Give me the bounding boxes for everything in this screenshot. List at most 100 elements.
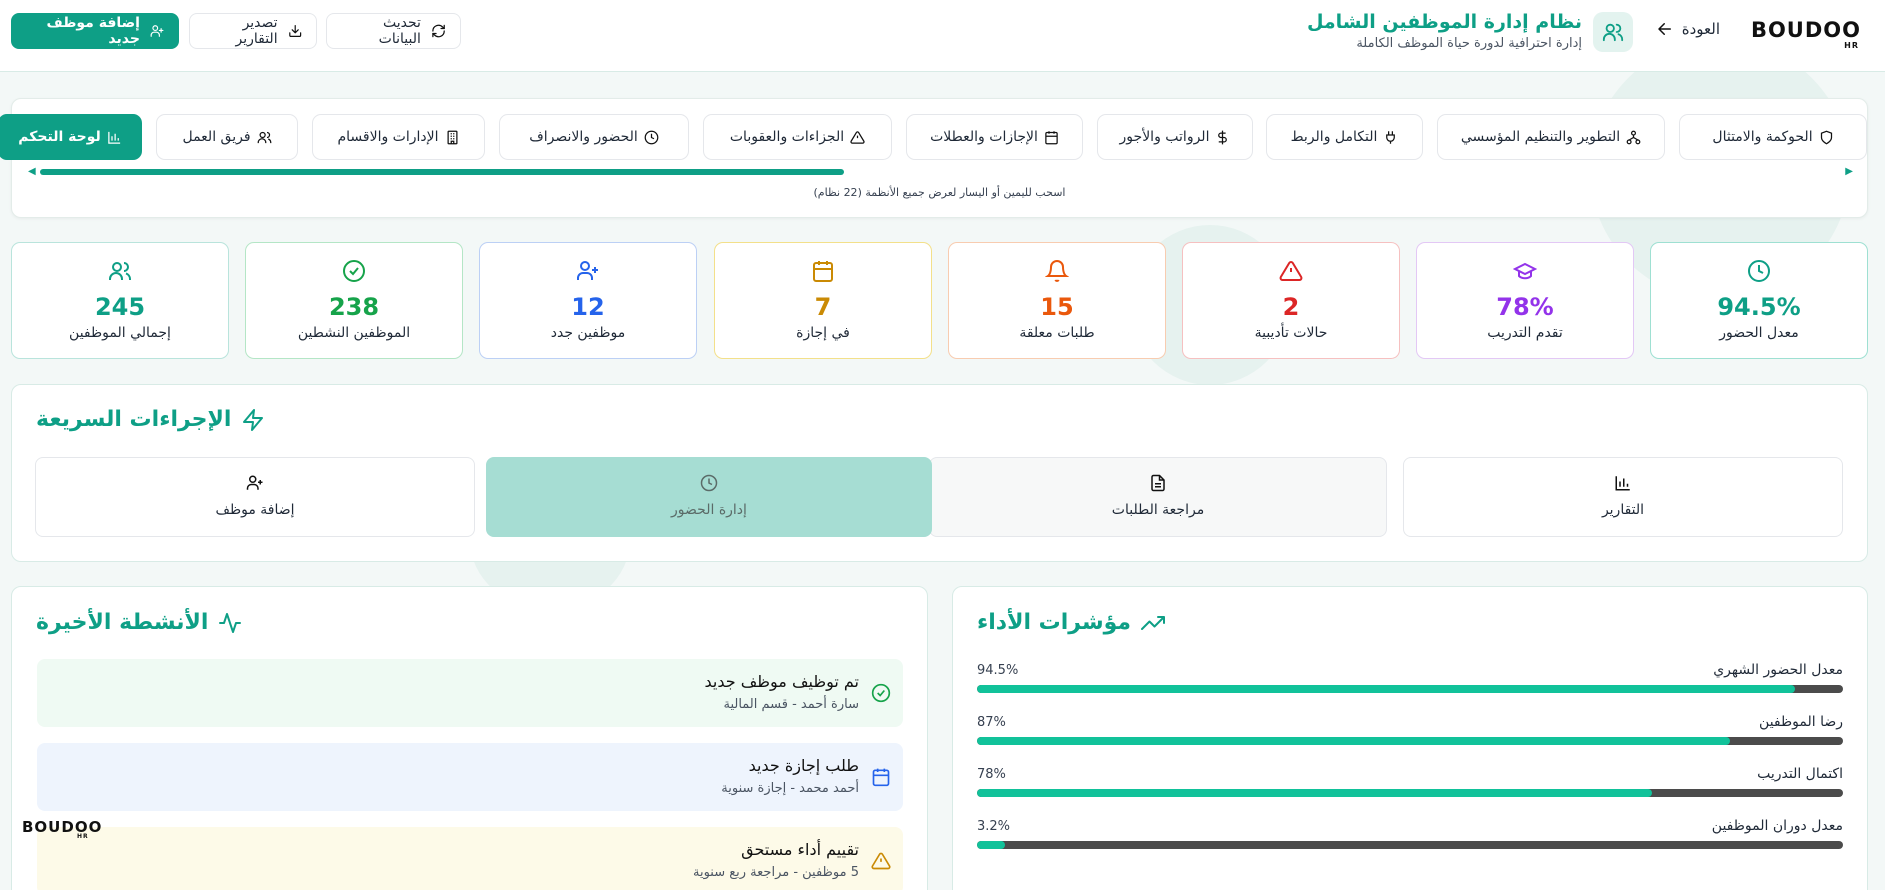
kpi-row: اكتمال التدريب 78%	[977, 766, 1843, 806]
clock-icon	[1748, 260, 1770, 282]
tab-integration[interactable]: التكامل والربط	[1266, 114, 1423, 160]
scroll-right-icon[interactable]: ▶	[1845, 166, 1853, 177]
progress-fill	[977, 789, 1653, 797]
quick-actions-panel: الإجراءات السريعة التقارير مراجعة الطلبا…	[11, 384, 1868, 562]
calendar-icon	[1045, 130, 1058, 144]
stat-card-disciplinary: 2 حالات تأديبية	[1182, 242, 1400, 359]
stat-label: الموظفين النشطين	[297, 325, 411, 341]
stat-value: 2	[1282, 293, 1300, 321]
page-title-block: نظام إدارة الموظفين الشامل إدارة احترافي…	[1307, 9, 1582, 53]
tabs-scrollbar[interactable]: ◀ ▶	[28, 166, 1853, 177]
stat-label: في إجازة	[796, 325, 850, 341]
back-label: العودة	[1681, 20, 1720, 38]
stat-value: 245	[94, 293, 146, 321]
progress-bar	[977, 685, 1843, 693]
dollar-icon	[1218, 130, 1228, 144]
manage-attendance-action[interactable]: إدارة الحضور	[486, 457, 932, 537]
scroll-left-icon[interactable]: ◀	[28, 166, 36, 177]
add-employee-button[interactable]: إضافة موظف جديد	[11, 13, 179, 49]
progress-bar	[977, 737, 1843, 745]
kpi-row: معدل الحضور الشهري 94.5%	[977, 662, 1843, 702]
refresh-label: تحديث البيانات	[378, 15, 421, 47]
tab-governance[interactable]: الحوكمة والامتثال	[1679, 114, 1867, 160]
check-circle-icon	[343, 260, 365, 282]
warning-icon	[1279, 260, 1303, 281]
tab-dashboard[interactable]: لوحة التحكم	[0, 114, 142, 160]
warning-icon	[850, 130, 865, 144]
kpi-row: معدل دوران الموظفين 3.2%	[977, 818, 1843, 858]
progress-fill	[977, 841, 1005, 849]
refresh-icon	[432, 24, 445, 38]
stat-card-on-leave: 7 في إجازة	[714, 242, 932, 359]
tab-org-development[interactable]: التطوير والتنظيم المؤسسي	[1437, 114, 1665, 160]
clock-icon	[644, 130, 659, 144]
user-plus-icon	[150, 25, 164, 37]
chart-icon	[107, 131, 120, 144]
bar-chart-icon	[1615, 476, 1630, 491]
download-icon	[288, 24, 301, 38]
page-title: نظام إدارة الموظفين الشامل	[1306, 11, 1582, 33]
tab-penalties[interactable]: الجزاءات والعقوبات	[703, 114, 892, 160]
refresh-data-button[interactable]: تحديث البيانات	[326, 13, 461, 49]
stat-value: 7	[814, 293, 832, 321]
top-header: BOUDOO HR العودة نظام إدارة الموظفين الش…	[0, 0, 1885, 72]
calendar-icon	[872, 768, 890, 787]
stat-label: معدل الحضور	[1719, 325, 1799, 341]
activity-item[interactable]: تقييم أداء مستحق 5 موظفين - مراجعة ربع س…	[37, 827, 903, 890]
stat-label: موظفين جدد	[550, 325, 626, 341]
users-icon	[257, 131, 271, 143]
add-employee-label: إضافة موظف جديد	[46, 15, 140, 47]
user-plus-icon	[246, 475, 263, 490]
progress-bar	[977, 841, 1843, 849]
review-requests-action[interactable]: مراجعة الطلبات	[929, 457, 1387, 537]
users-icon	[109, 262, 131, 280]
building-icon	[447, 130, 458, 144]
stat-card-active-employees: 238 الموظفين النشطين	[245, 242, 463, 359]
progress-fill	[977, 737, 1731, 745]
tab-leaves[interactable]: الإجازات والعطلات	[906, 114, 1083, 160]
export-label: تصدير التقارير	[235, 15, 278, 47]
users-icon	[1593, 12, 1633, 52]
stat-value: 94.5%	[1717, 293, 1801, 321]
lightning-icon	[243, 408, 264, 431]
activity-item[interactable]: طلب إجازة جديد أحمد محمد - إجازة سنوية	[37, 743, 903, 811]
activity-item[interactable]: تم توظيف موظف جديد سارة أحمد - قسم المال…	[37, 659, 903, 727]
back-button[interactable]: العودة	[1656, 20, 1720, 38]
stat-label: طلبات معلقة	[1019, 325, 1095, 341]
stat-label: تقدم التدريب	[1487, 325, 1563, 341]
tab-team[interactable]: فريق العمل	[156, 114, 298, 160]
export-reports-button[interactable]: تصدير التقارير	[189, 13, 317, 49]
reports-action[interactable]: التقارير	[1403, 457, 1843, 537]
calendar-icon	[813, 261, 833, 282]
stat-card-training-progress: 78% تقدم التدريب	[1416, 242, 1634, 359]
watermark-logo: BOUDOO HR	[22, 818, 103, 840]
plug-icon	[1386, 130, 1396, 144]
stat-card-pending-requests: 15 طلبات معلقة	[948, 242, 1166, 359]
tab-attendance[interactable]: الحضور والانصراف	[499, 114, 689, 160]
stat-value: 15	[1040, 293, 1074, 321]
progress-bar	[977, 789, 1843, 797]
scroll-hint: اسحب لليمين أو اليسار لعرض جميع الأنظمة …	[813, 186, 1066, 199]
trending-up-icon	[1141, 615, 1166, 630]
graduation-cap-icon	[1513, 262, 1537, 280]
org-chart-icon	[1626, 130, 1641, 144]
tab-departments[interactable]: الإدارات والاقسام	[312, 114, 485, 160]
add-employee-action[interactable]: إضافة موظف	[35, 457, 475, 537]
quick-actions-title: الإجراءات السريعة	[36, 407, 265, 432]
check-circle-icon	[871, 683, 891, 703]
progress-fill	[977, 685, 1796, 693]
systems-tabs-panel: الحوكمة والامتثال التطوير والتنظيم المؤس…	[0, 98, 1868, 218]
bell-icon	[1045, 260, 1069, 282]
stat-card-total-employees: 245 إجمالي الموظفين	[11, 242, 229, 359]
scrollbar-thumb[interactable]	[40, 169, 844, 175]
stat-card-new-employees: 12 موظفين جدد	[479, 242, 697, 359]
recent-activities-panel: الأنشطة الأخيرة تم توظيف موظف جديد سارة …	[11, 586, 928, 890]
stat-value: 238	[328, 293, 380, 321]
kpi-panel: مؤشرات الأداء معدل الحضور الشهري 94.5% ر…	[952, 586, 1868, 890]
tab-payroll[interactable]: الرواتب والأجور	[1097, 114, 1253, 160]
logo: BOUDOO HR	[1750, 18, 1861, 50]
stat-value: 78%	[1496, 293, 1554, 321]
kpi-row: رضا الموظفين 87%	[977, 714, 1843, 754]
kpi-title: مؤشرات الأداء	[977, 610, 1166, 635]
stat-card-attendance-rate: 94.5% معدل الحضور	[1650, 242, 1868, 359]
